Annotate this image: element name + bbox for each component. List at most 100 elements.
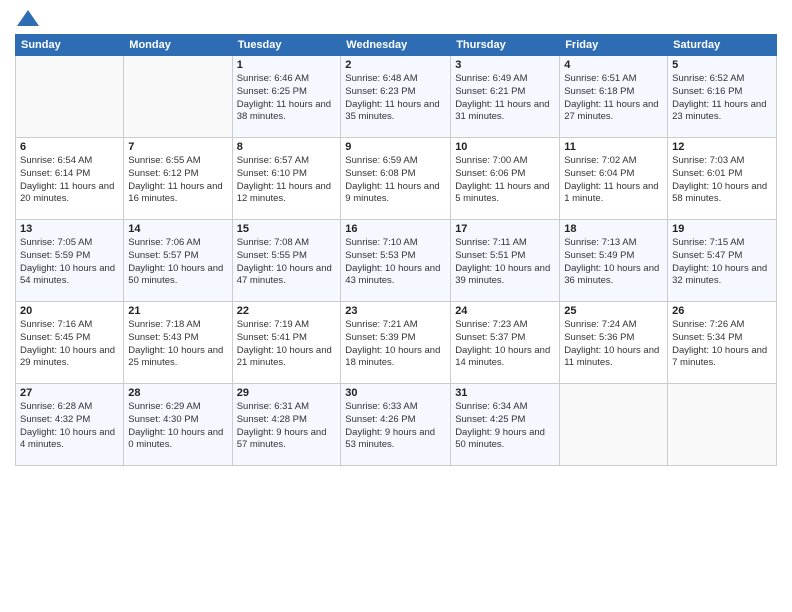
daylight-line: Daylight: 10 hours and 39 minutes.	[455, 263, 555, 289]
day-info: Sunrise: 6:59 AMSunset: 6:08 PMDaylight:…	[345, 155, 446, 206]
sunset-line: Sunset: 5:36 PM	[564, 332, 663, 345]
weekday-saturday: Saturday	[668, 35, 777, 56]
day-info: Sunrise: 6:28 AMSunset: 4:32 PMDaylight:…	[20, 401, 119, 452]
daylight-line: Daylight: 9 hours and 57 minutes.	[237, 427, 337, 453]
sunrise-line: Sunrise: 7:24 AM	[564, 319, 663, 332]
daylight-line: Daylight: 11 hours and 27 minutes.	[564, 99, 663, 125]
daylight-line: Daylight: 11 hours and 1 minute.	[564, 181, 663, 207]
day-number: 24	[455, 305, 555, 317]
day-cell: 1Sunrise: 6:46 AMSunset: 6:25 PMDaylight…	[232, 56, 341, 138]
daylight-line: Daylight: 10 hours and 47 minutes.	[237, 263, 337, 289]
day-number: 29	[237, 387, 337, 399]
calendar-page: SundayMondayTuesdayWednesdayThursdayFrid…	[0, 0, 792, 612]
calendar-table: SundayMondayTuesdayWednesdayThursdayFrid…	[15, 34, 777, 466]
sunset-line: Sunset: 5:59 PM	[20, 250, 119, 263]
sunset-line: Sunset: 6:14 PM	[20, 168, 119, 181]
day-cell: 13Sunrise: 7:05 AMSunset: 5:59 PMDayligh…	[16, 220, 124, 302]
sunrise-line: Sunrise: 6:49 AM	[455, 73, 555, 86]
day-cell: 24 Sunrise: 7:23 AMSunset: 5:37 PMDayligh…	[451, 302, 560, 384]
daylight-line: Daylight: 11 hours and 5 minutes.	[455, 181, 555, 207]
weekday-monday: Monday	[124, 35, 232, 56]
day-info: Sunrise: 7:23 AMSunset: 5:37 PMDaylight:…	[455, 319, 555, 370]
sunrise-line: Sunrise: 6:28 AM	[20, 401, 119, 414]
day-number: 20	[20, 305, 119, 317]
day-cell: 8Sunrise: 6:57 AMSunset: 6:10 PMDaylight…	[232, 138, 341, 220]
sunrise-line: Sunrise: 7:02 AM	[564, 155, 663, 168]
sunrise-line: Sunrise: 6:29 AM	[128, 401, 227, 414]
day-cell: 15Sunrise: 7:08 AMSunset: 5:55 PMDayligh…	[232, 220, 341, 302]
sunrise-line: Sunrise: 6:55 AM	[128, 155, 227, 168]
weekday-sunday: Sunday	[16, 35, 124, 56]
day-cell: 11Sunrise: 7:02 AMSunset: 6:04 PMDayligh…	[560, 138, 668, 220]
day-info: Sunrise: 7:15 AMSunset: 5:47 PMDaylight:…	[672, 237, 772, 288]
day-number: 5	[672, 59, 772, 71]
day-info: Sunrise: 7:18 AMSunset: 5:43 PMDaylight:…	[128, 319, 227, 370]
week-row-2: 6 Sunrise: 6:54 AMSunset: 6:14 PMDaylight…	[16, 138, 777, 220]
daylight-line: Daylight: 9 hours and 53 minutes.	[345, 427, 446, 453]
day-info: Sunrise: 6:57 AMSunset: 6:10 PMDaylight:…	[237, 155, 337, 206]
day-number: 10	[455, 141, 555, 153]
day-info: Sunrise: 7:16 AMSunset: 5:45 PMDaylight:…	[20, 319, 119, 370]
daylight-line: Daylight: 10 hours and 14 minutes.	[455, 345, 555, 371]
day-cell: 26Sunrise: 7:26 AMSunset: 5:34 PMDayligh…	[668, 302, 777, 384]
day-info: Sunrise: 7:26 AMSunset: 5:34 PMDaylight:…	[672, 319, 772, 370]
logo-icon	[17, 10, 39, 26]
sunset-line: Sunset: 6:23 PM	[345, 86, 446, 99]
sunset-line: Sunset: 5:43 PM	[128, 332, 227, 345]
day-cell: 18Sunrise: 7:13 AMSunset: 5:49 PMDayligh…	[560, 220, 668, 302]
sunrise-line: Sunrise: 6:52 AM	[672, 73, 772, 86]
day-info: Sunrise: 6:33 AMSunset: 4:26 PMDaylight:…	[345, 401, 446, 452]
day-cell: 29 Sunrise: 6:31 AMSunset: 4:28 PMDayligh…	[232, 384, 341, 466]
day-info: Sunrise: 7:06 AMSunset: 5:57 PMDaylight:…	[128, 237, 227, 288]
day-number: 6	[20, 141, 119, 153]
sunset-line: Sunset: 5:45 PM	[20, 332, 119, 345]
daylight-line: Daylight: 11 hours and 31 minutes.	[455, 99, 555, 125]
sunrise-line: Sunrise: 7:16 AM	[20, 319, 119, 332]
sunset-line: Sunset: 4:26 PM	[345, 414, 446, 427]
day-number: 28	[128, 387, 227, 399]
sunrise-line: Sunrise: 7:13 AM	[564, 237, 663, 250]
daylight-line: Daylight: 11 hours and 23 minutes.	[672, 99, 772, 125]
day-cell	[560, 384, 668, 466]
day-number: 14	[128, 223, 227, 235]
day-cell: 31Sunrise: 6:34 AMSunset: 4:25 PMDayligh…	[451, 384, 560, 466]
week-row-1: 1Sunrise: 6:46 AMSunset: 6:25 PMDaylight…	[16, 56, 777, 138]
sunset-line: Sunset: 5:41 PM	[237, 332, 337, 345]
daylight-line: Daylight: 11 hours and 20 minutes.	[20, 181, 119, 207]
day-cell: 2Sunrise: 6:48 AMSunset: 6:23 PMDaylight…	[341, 56, 451, 138]
sunrise-line: Sunrise: 7:11 AM	[455, 237, 555, 250]
day-cell: 22Sunrise: 7:19 AMSunset: 5:41 PMDayligh…	[232, 302, 341, 384]
sunset-line: Sunset: 4:30 PM	[128, 414, 227, 427]
weekday-friday: Friday	[560, 35, 668, 56]
day-cell: 9 Sunrise: 6:59 AMSunset: 6:08 PMDaylight…	[341, 138, 451, 220]
day-cell	[668, 384, 777, 466]
day-number: 30	[345, 387, 446, 399]
day-info: Sunrise: 6:54 AMSunset: 6:14 PMDaylight:…	[20, 155, 119, 206]
sunset-line: Sunset: 6:08 PM	[345, 168, 446, 181]
day-cell: 16Sunrise: 7:10 AMSunset: 5:53 PMDayligh…	[341, 220, 451, 302]
sunset-line: Sunset: 6:04 PM	[564, 168, 663, 181]
day-number: 9	[345, 141, 446, 153]
sunset-line: Sunset: 6:06 PM	[455, 168, 555, 181]
day-number: 25	[564, 305, 663, 317]
sunset-line: Sunset: 5:53 PM	[345, 250, 446, 263]
sunset-line: Sunset: 4:28 PM	[237, 414, 337, 427]
sunset-line: Sunset: 5:51 PM	[455, 250, 555, 263]
sunrise-line: Sunrise: 7:26 AM	[672, 319, 772, 332]
day-cell: 27Sunrise: 6:28 AMSunset: 4:32 PMDayligh…	[16, 384, 124, 466]
sunrise-line: Sunrise: 7:10 AM	[345, 237, 446, 250]
day-info: Sunrise: 6:51 AMSunset: 6:18 PMDaylight:…	[564, 73, 663, 124]
sunset-line: Sunset: 5:49 PM	[564, 250, 663, 263]
day-number: 12	[672, 141, 772, 153]
day-info: Sunrise: 6:34 AMSunset: 4:25 PMDaylight:…	[455, 401, 555, 452]
day-info: Sunrise: 7:00 AMSunset: 6:06 PMDaylight:…	[455, 155, 555, 206]
weekday-tuesday: Tuesday	[232, 35, 341, 56]
day-number: 4	[564, 59, 663, 71]
sunset-line: Sunset: 5:55 PM	[237, 250, 337, 263]
sunrise-line: Sunrise: 7:23 AM	[455, 319, 555, 332]
day-info: Sunrise: 7:13 AMSunset: 5:49 PMDaylight:…	[564, 237, 663, 288]
daylight-line: Daylight: 9 hours and 50 minutes.	[455, 427, 555, 453]
weekday-thursday: Thursday	[451, 35, 560, 56]
daylight-line: Daylight: 10 hours and 32 minutes.	[672, 263, 772, 289]
sunrise-line: Sunrise: 6:31 AM	[237, 401, 337, 414]
